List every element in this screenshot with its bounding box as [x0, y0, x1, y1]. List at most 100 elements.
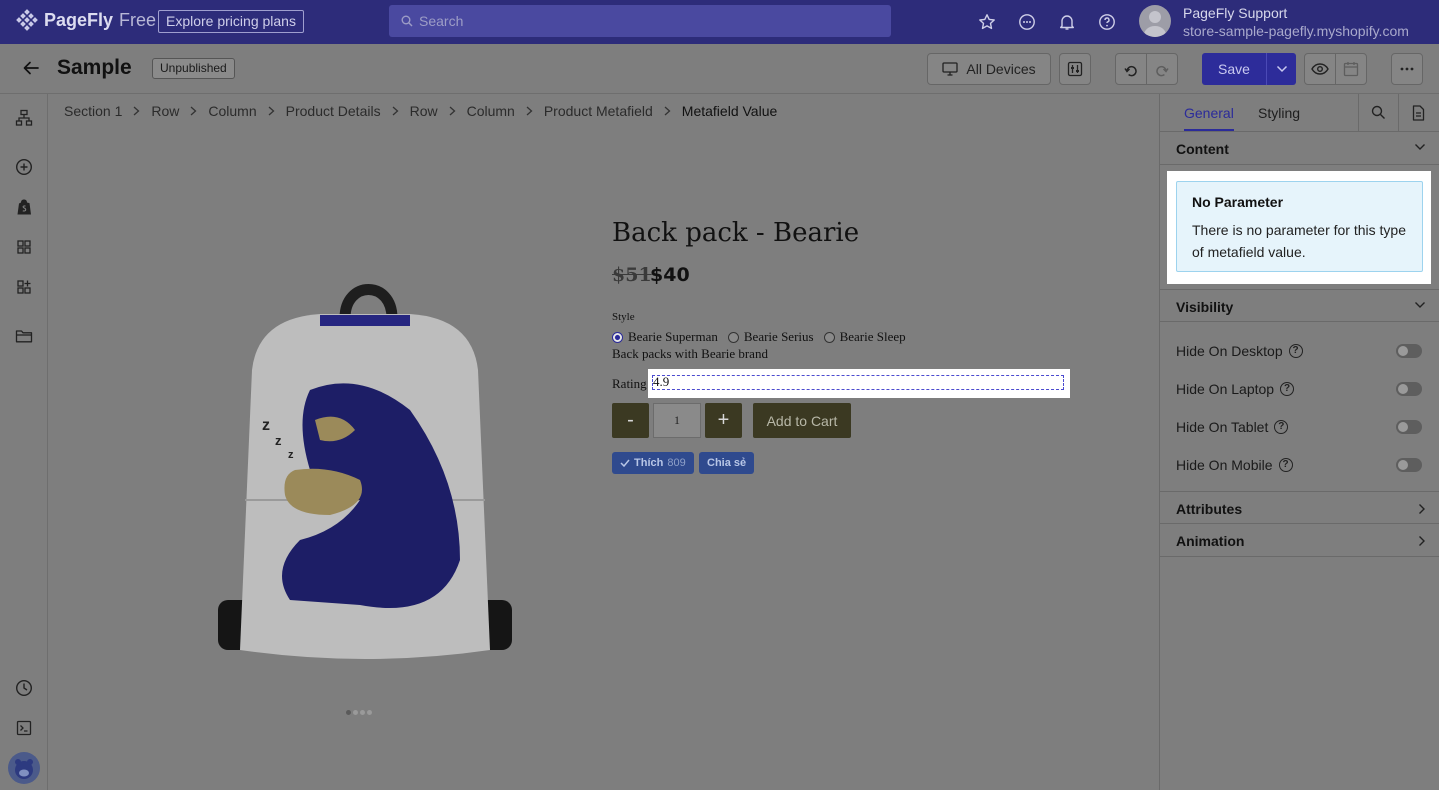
save-options-button[interactable] — [1266, 53, 1296, 85]
publish-schedule-button[interactable] — [1335, 53, 1367, 85]
add-element-icon[interactable] — [14, 157, 34, 177]
user-avatar[interactable] — [1139, 5, 1171, 37]
svg-text:z: z — [262, 417, 270, 434]
radio-icon[interactable] — [823, 331, 835, 343]
page-outline-icon[interactable] — [14, 108, 34, 128]
chat-icon[interactable] — [1016, 11, 1038, 33]
visibility-label: Hide On Laptop — [1176, 381, 1275, 397]
pagefly-logo[interactable]: PageFly Free — [16, 9, 156, 31]
visibility-row: Hide On Tablet? — [1176, 417, 1426, 437]
plan-name: Free — [119, 9, 157, 30]
left-tool-rail — [0, 94, 48, 790]
visibility-toggle[interactable] — [1396, 344, 1422, 358]
visibility-section-title: Visibility — [1176, 299, 1234, 315]
back-arrow-icon[interactable] — [22, 59, 40, 77]
radio-icon[interactable] — [612, 331, 623, 343]
visibility-toggle[interactable] — [1396, 382, 1422, 396]
notice-title: No Parameter — [1192, 194, 1284, 210]
apps-add-icon[interactable] — [14, 277, 34, 297]
undo-button[interactable] — [1115, 53, 1147, 85]
layout-settings-button[interactable] — [1059, 53, 1091, 85]
quantity-input[interactable]: 1 — [653, 403, 701, 438]
metafield-value-selected[interactable]: 4.9 — [648, 369, 1070, 398]
help-icon[interactable] — [1096, 11, 1118, 33]
tab-general[interactable]: General — [1184, 105, 1234, 131]
like-label: Thích — [634, 457, 664, 469]
visibility-row: Hide On Laptop? — [1176, 379, 1426, 399]
chevron-right-icon — [1418, 503, 1426, 515]
quantity-increase-button[interactable]: + — [705, 403, 742, 438]
add-to-cart-button[interactable]: Add to Cart — [753, 403, 851, 438]
chevron-down-icon — [1414, 301, 1426, 309]
rating-label: Rating — [612, 376, 647, 391]
gallery-dot[interactable] — [367, 710, 372, 715]
content-section-header[interactable]: Content — [1160, 132, 1439, 165]
gallery-dot[interactable] — [360, 710, 365, 715]
pagefly-mascot-icon[interactable] — [8, 752, 40, 784]
preview-button[interactable] — [1304, 53, 1336, 85]
help-icon[interactable]: ? — [1280, 382, 1295, 396]
radio-icon[interactable] — [727, 331, 739, 343]
variant-label: Bearie Serius — [743, 329, 814, 344]
facebook-share-button[interactable]: Chia sẻ — [699, 452, 755, 474]
visibility-label: Hide On Tablet — [1176, 419, 1269, 435]
help-icon[interactable]: ? — [1274, 420, 1289, 434]
bell-icon[interactable] — [1056, 11, 1078, 33]
code-terminal-icon[interactable] — [14, 718, 34, 738]
visibility-row: Hide On Mobile? — [1176, 455, 1426, 475]
content-section-title: Content — [1176, 141, 1229, 157]
search-icon[interactable] — [1371, 105, 1386, 120]
undo-icon — [1123, 61, 1139, 77]
visibility-label: Hide On Desktop — [1176, 343, 1283, 359]
chevron-down-icon — [1276, 65, 1288, 73]
page-title[interactable]: Sample — [57, 56, 132, 80]
gallery-dot[interactable] — [346, 710, 351, 715]
sliders-icon — [1067, 61, 1083, 77]
search-input[interactable]: Search — [389, 5, 891, 37]
attributes-section-header[interactable]: Attributes — [1160, 491, 1439, 524]
eye-icon — [1311, 63, 1329, 75]
product-image[interactable]: z z z — [210, 270, 520, 670]
editor-toolbar: Sample Unpublished All Devices Save — [0, 44, 1439, 94]
tab-styling[interactable]: Styling — [1258, 105, 1300, 121]
product-title: Back pack - Bearie — [612, 218, 860, 248]
visibility-toggle[interactable] — [1396, 458, 1422, 472]
attributes-section-title: Attributes — [1176, 501, 1243, 517]
document-icon[interactable] — [1412, 105, 1425, 121]
facebook-like-button[interactable]: Thích 809 — [612, 452, 694, 474]
variant-label: Bearie Sleep — [839, 329, 906, 344]
search-icon — [401, 15, 413, 27]
star-icon[interactable] — [976, 11, 998, 33]
chevron-down-icon — [1414, 143, 1426, 151]
help-icon[interactable]: ? — [1288, 344, 1303, 358]
svg-text:z: z — [288, 449, 294, 461]
device-selector-button[interactable]: All Devices — [927, 53, 1051, 85]
quantity-decrease-button[interactable]: - — [612, 403, 649, 438]
history-icon[interactable] — [14, 678, 34, 698]
variant-option[interactable]: Bearie Superman — [612, 329, 718, 345]
calendar-icon — [1343, 61, 1359, 77]
shopify-icon[interactable] — [14, 197, 34, 217]
gallery-pagination[interactable] — [346, 710, 372, 715]
variant-option[interactable]: Bearie Sleep — [823, 329, 906, 345]
help-icon[interactable]: ? — [1278, 458, 1293, 472]
more-options-button[interactable] — [1391, 53, 1423, 85]
visibility-row: Hide On Desktop? — [1176, 341, 1426, 361]
redo-button[interactable] — [1146, 53, 1178, 85]
top-navigation-bar: PageFly Free Explore pricing plans Searc… — [0, 0, 1439, 44]
gallery-dot[interactable] — [353, 710, 358, 715]
save-button[interactable]: Save — [1202, 53, 1266, 85]
folder-icon[interactable] — [14, 326, 34, 346]
product-price: $40 — [650, 264, 690, 286]
visibility-section-header[interactable]: Visibility — [1160, 289, 1439, 322]
explore-pricing-button[interactable]: Explore pricing plans — [158, 10, 304, 33]
user-info[interactable]: PageFly Support store-sample-pagefly.mys… — [1183, 4, 1409, 40]
variant-option[interactable]: Bearie Serius — [727, 329, 814, 345]
variant-label: Bearie Superman — [628, 329, 718, 344]
visibility-label: Hide On Mobile — [1176, 457, 1273, 473]
status-badge: Unpublished — [152, 58, 235, 79]
widgets-grid-icon[interactable] — [14, 237, 34, 257]
animation-section-header[interactable]: Animation — [1160, 524, 1439, 557]
rating-value[interactable]: 4.9 — [652, 375, 1064, 390]
visibility-toggle[interactable] — [1396, 420, 1422, 434]
